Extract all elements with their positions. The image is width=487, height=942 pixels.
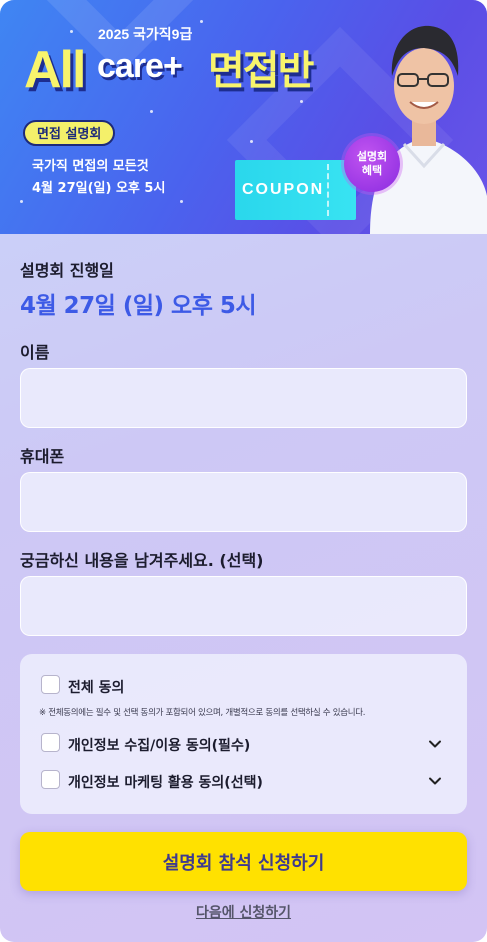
apply-later-link[interactable]: 다음에 신청하기 (0, 902, 487, 922)
agreement-note: ※ 전체동의에는 필수 및 선택 동의가 포함되어 있으며, 개별적으로 동의를… (39, 708, 366, 718)
banner-title-all: All (24, 41, 86, 99)
banner-title-care: care+ (97, 47, 183, 85)
marketing-consent-checkbox[interactable] (41, 770, 60, 789)
sparkle (150, 110, 153, 113)
sparkle (20, 200, 23, 203)
coupon-perforation (327, 164, 329, 216)
banner-pill: 면접 설명회 (23, 120, 116, 146)
banner-subtitle: 국가직 면접의 모든것 (32, 159, 149, 174)
sparkle (250, 140, 253, 143)
badge-line-1: 설명회 (356, 150, 388, 163)
session-date-label: 설명회 진행일 (20, 261, 114, 280)
event-signup-card: 2025 국가직9급 All care+ 면접반 면접 설명회 국가직 면접의 … (0, 0, 487, 942)
chevron-down-icon[interactable] (428, 737, 442, 751)
banner-date: 4월 27일(일) 오후 5시 (32, 181, 166, 196)
phone-label: 휴대폰 (20, 447, 65, 466)
privacy-consent-checkbox[interactable] (41, 733, 60, 752)
privacy-consent-label[interactable]: 개인정보 수집/이용 동의(필수) (68, 735, 250, 755)
banner-year-label: 2025 국가직9급 (98, 26, 193, 42)
name-input[interactable] (20, 368, 467, 428)
banner-title-korean: 면접반 (208, 48, 314, 94)
phone-input[interactable] (20, 472, 467, 532)
question-input[interactable] (20, 576, 467, 636)
session-date-value: 4월 27일 (일) 오후 5시 (20, 293, 257, 319)
sparkle (70, 30, 73, 33)
promo-banner: 2025 국가직9급 All care+ 면접반 면접 설명회 국가직 면접의 … (0, 0, 487, 234)
sparkle (300, 100, 303, 103)
agree-all-label[interactable]: 전체 동의 (68, 677, 124, 697)
marketing-consent-label[interactable]: 개인정보 마케팅 활용 동의(선택) (68, 772, 263, 792)
sparkle (200, 20, 203, 23)
benefit-badge: 설명회 혜택 (344, 136, 400, 192)
coupon-graphic: COUPON (235, 160, 356, 220)
chevron-down-icon[interactable] (428, 774, 442, 788)
coupon-text: COUPON (242, 181, 325, 198)
question-label: 궁금하신 내용을 남겨주세요. (선택) (20, 551, 264, 570)
agree-all-checkbox[interactable] (41, 675, 60, 694)
badge-line-2: 혜택 (361, 164, 383, 177)
sparkle (180, 200, 183, 203)
instructor-photo (370, 25, 487, 234)
submit-button[interactable]: 설명회 참석 신청하기 (20, 832, 467, 891)
name-label: 이름 (20, 343, 50, 362)
